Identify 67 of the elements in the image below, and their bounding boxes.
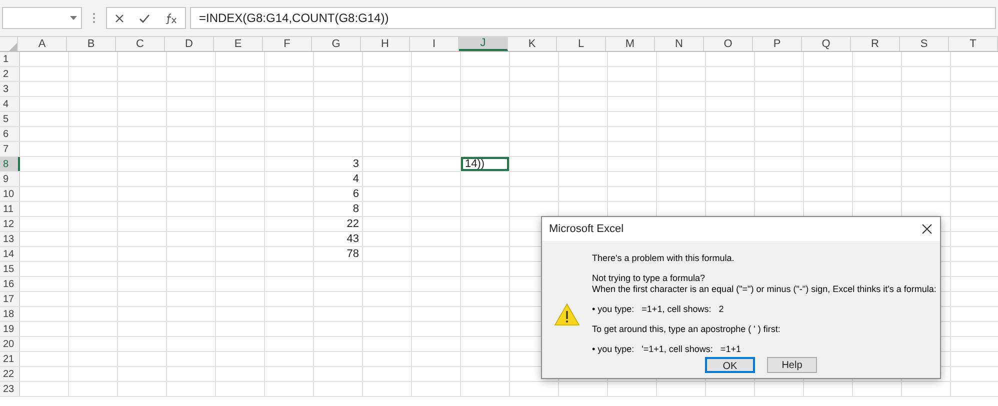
row-header[interactable]: 16 xyxy=(0,277,20,291)
row-header[interactable]: 9 xyxy=(0,172,20,186)
column-header[interactable]: F xyxy=(263,37,312,51)
formula-field[interactable]: =INDEX(G8:G14,COUNT(G8:G14)) xyxy=(190,7,996,29)
column-header[interactable]: D xyxy=(165,37,214,51)
column-header[interactable]: H xyxy=(361,37,410,51)
row-header[interactable]: 13 xyxy=(0,232,20,246)
dialog-text: • you type: '=1+1, cell shows: =1+1 xyxy=(592,344,742,355)
dialog-button[interactable]: Help xyxy=(767,357,817,373)
row-header[interactable]: 3 xyxy=(0,82,20,96)
row-header[interactable]: 15 xyxy=(0,262,20,276)
table-cell[interactable]: 14)) xyxy=(461,157,509,171)
checkmark-icon[interactable] xyxy=(138,14,150,22)
row-header[interactable]: 2 xyxy=(0,67,20,81)
row-header[interactable]: 6 xyxy=(0,127,20,141)
column-header[interactable]: K xyxy=(508,37,557,51)
dropdown-caret-icon xyxy=(70,16,77,20)
column-header[interactable]: Q xyxy=(802,37,851,51)
column-header[interactable]: S xyxy=(900,37,949,51)
row-header[interactable]: 21 xyxy=(0,352,20,366)
column-header[interactable]: M xyxy=(606,37,655,51)
row-header[interactable]: 8 xyxy=(0,157,20,171)
dialog-title: Microsoft Excel xyxy=(549,222,624,237)
column-header[interactable]: P xyxy=(753,37,802,51)
row-header[interactable]: 22 xyxy=(0,367,20,381)
column-header[interactable]: G xyxy=(312,37,361,51)
row-header[interactable]: 18 xyxy=(0,307,20,321)
column-header[interactable]: C xyxy=(116,37,165,51)
table-cell[interactable]: 6 xyxy=(314,187,362,201)
dialog-text: To get around this, type an apostrophe ( ' ) first: xyxy=(592,324,782,335)
dialog-button[interactable]: OK xyxy=(705,357,755,373)
column-header[interactable]: E xyxy=(214,37,263,51)
column-header[interactable]: O xyxy=(704,37,753,51)
table-cell[interactable]: 8 xyxy=(314,202,362,216)
row-header[interactable]: 12 xyxy=(0,217,20,231)
grip-icon xyxy=(92,12,96,24)
close-icon[interactable] xyxy=(922,224,932,234)
column-header[interactable]: J xyxy=(459,37,508,51)
row-header[interactable]: 5 xyxy=(0,112,20,126)
column-header[interactable]: T xyxy=(949,37,998,51)
row-header[interactable]: 1 xyxy=(0,52,20,66)
column-header[interactable]: A xyxy=(18,37,67,51)
row-header[interactable]: 20 xyxy=(0,337,20,351)
dialog-text: • you type: =1+1, cell shows: 2 xyxy=(592,304,725,315)
warning-icon xyxy=(554,303,580,326)
row-header[interactable]: 4 xyxy=(0,97,20,111)
column-header[interactable]: R xyxy=(851,37,900,51)
column-header[interactable]: B xyxy=(67,37,116,51)
table-cell[interactable]: 78 xyxy=(314,247,362,261)
column-header[interactable]: L xyxy=(557,37,606,51)
row-header[interactable]: 14 xyxy=(0,247,20,261)
dialog-text: When the first character is an equal ("=") or minus ("-") sign, Excel thinks it's a formula: xyxy=(592,284,936,295)
table-cell[interactable]: 22 xyxy=(314,217,362,231)
dialog-text: Not trying to type a formula? xyxy=(592,273,706,284)
function-icon[interactable] xyxy=(165,12,178,24)
cancel-icon[interactable] xyxy=(114,14,124,22)
row-header[interactable]: 23 xyxy=(0,382,20,396)
row-header[interactable]: 19 xyxy=(0,322,20,336)
table-cell[interactable]: 3 xyxy=(314,157,362,171)
table-cell[interactable]: 43 xyxy=(314,232,362,246)
error-message: There's a problem with this formula. xyxy=(592,253,736,264)
table-cell[interactable]: 4 xyxy=(314,172,362,186)
row-header[interactable]: 10 xyxy=(0,187,20,201)
row-header[interactable]: 17 xyxy=(0,292,20,306)
row-header[interactable]: 11 xyxy=(0,202,20,216)
column-header[interactable]: N xyxy=(655,37,704,51)
row-header[interactable]: 7 xyxy=(0,142,20,156)
